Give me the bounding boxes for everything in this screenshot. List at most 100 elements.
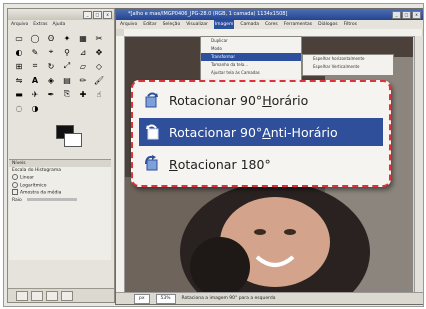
rotate-180-icon xyxy=(143,153,161,175)
toolbox-window: _ □ x Arquivo Extras Ajuda ▭ ◯ ʘ ✦ ▦ ✂ ◐… xyxy=(7,8,115,303)
menu-visualizar[interactable]: Visualizar xyxy=(186,20,208,29)
pencil-icon[interactable]: ✏ xyxy=(76,74,90,86)
heal-icon[interactable]: ✚ xyxy=(76,88,90,100)
reset-options-icon[interactable] xyxy=(61,290,73,301)
ellipse-select-icon[interactable]: ◯ xyxy=(28,32,42,44)
options-title: Níveis xyxy=(9,160,111,167)
measure-icon[interactable]: ⊿ xyxy=(76,46,90,58)
window-title: *[alho e mae/IMGP0406_JPG-28.0 (RGB, 1 c… xyxy=(128,11,288,17)
close-icon[interactable]: x xyxy=(103,11,112,19)
shear-icon[interactable]: ▱ xyxy=(76,60,90,72)
histogram-scale-label: Escala do Histograma xyxy=(12,168,61,173)
menu-arquivo[interactable]: Arquivo xyxy=(120,20,137,29)
menu-cores[interactable]: Cores xyxy=(265,20,278,29)
save-options-icon[interactable] xyxy=(16,290,28,301)
rotate-counterclockwise-icon xyxy=(143,121,161,143)
menu-dialogos[interactable]: Diálogos xyxy=(318,20,337,29)
zoomed-rotate-menu: Rotacionar 90° Horário Rotacionar 90° An… xyxy=(131,80,391,187)
toolbox-bottom-bar xyxy=(8,288,114,302)
crop-icon[interactable]: ⌗ xyxy=(28,60,42,72)
perspective-icon[interactable]: ◇ xyxy=(92,60,106,72)
rotate-180-item[interactable]: Rotacionar 180° xyxy=(139,150,383,178)
toolbox-titlebar: _ □ x xyxy=(8,9,114,20)
toolbox-menubar: Arquivo Extras Ajuda xyxy=(8,20,114,29)
menu-ajuda[interactable]: Ajuda xyxy=(52,20,65,29)
menu-item-modo[interactable]: Modo xyxy=(201,45,301,53)
menu-extras[interactable]: Extras xyxy=(33,20,47,29)
text-icon[interactable]: A xyxy=(28,74,42,86)
tool-grid: ▭ ◯ ʘ ✦ ▦ ✂ ◐ ✎ ⌖ ⚲ ⊿ ✥ ⊞ ⌗ ↻ ⤢ ▱ ◇ ⇋ A … xyxy=(8,29,114,117)
menu-item-duplicar[interactable]: Duplicar xyxy=(201,37,301,45)
status-bar: px 53% Rotaciona a imagem 90° para a esq… xyxy=(116,292,423,304)
menu-ferramentas[interactable]: Ferramentas xyxy=(284,20,312,29)
blend-icon[interactable]: ▤ xyxy=(60,74,74,86)
background-color[interactable] xyxy=(64,133,82,147)
smudge-icon[interactable]: ☝ xyxy=(92,88,106,100)
menu-item-espelhar-h[interactable]: Espelhar horizontalmente xyxy=(303,55,393,63)
color-select-icon[interactable]: ▦ xyxy=(76,32,90,44)
flip-icon[interactable]: ⇋ xyxy=(12,74,26,86)
maximize-icon[interactable]: □ xyxy=(402,11,411,19)
eraser-icon[interactable]: ▬ xyxy=(12,88,26,100)
menu-filtros[interactable]: Filtros xyxy=(344,20,357,29)
image-window-controls: _ □ x xyxy=(392,11,421,19)
menu-item-tamanho-tela[interactable]: Tamanho da tela... xyxy=(201,61,301,69)
bucket-fill-icon[interactable]: ◈ xyxy=(44,74,58,86)
tool-options-panel: Níveis Escala do Histograma Linear Logar… xyxy=(9,159,111,260)
scale-icon[interactable]: ⤢ xyxy=(60,60,74,72)
rotate-90-cw-item[interactable]: Rotacionar 90° Horário xyxy=(139,86,383,114)
linear-option[interactable]: Linear xyxy=(9,174,111,182)
close-icon[interactable]: x xyxy=(412,11,421,19)
lasso-icon[interactable]: ʘ xyxy=(44,32,58,44)
menu-imagem[interactable]: Imagem xyxy=(213,20,235,29)
foreground-select-icon[interactable]: ◐ xyxy=(12,46,26,58)
move-icon[interactable]: ✥ xyxy=(92,46,106,58)
screenshot-frame: _ □ x Arquivo Extras Ajuda ▭ ◯ ʘ ✦ ▦ ✂ ◐… xyxy=(3,3,424,307)
minimize-icon[interactable]: _ xyxy=(392,11,401,19)
dodge-icon[interactable]: ◑ xyxy=(28,102,42,114)
rotate-icon[interactable]: ↻ xyxy=(44,60,58,72)
color-picker-icon[interactable]: ⌖ xyxy=(44,46,58,58)
menu-item-espelhar-v[interactable]: Espelhar Verticalmente xyxy=(303,63,393,71)
vertical-ruler xyxy=(116,36,125,292)
blur-icon[interactable]: ◌ xyxy=(12,102,26,114)
image-menubar: Arquivo Editar Seleção Visualizar Imagem… xyxy=(116,20,423,29)
maximize-icon[interactable]: □ xyxy=(93,11,102,19)
transform-submenu: Espelhar horizontalmente Espelhar Vertic… xyxy=(302,54,394,76)
zoom-icon[interactable]: ⚲ xyxy=(60,46,74,58)
sample-average-option[interactable]: Amostra da média xyxy=(9,189,111,197)
radio-icon xyxy=(12,181,18,188)
paintbrush-icon[interactable]: 🖌 xyxy=(92,74,106,86)
menu-item-ajustar-tela[interactable]: Ajustar tela às Camadas xyxy=(201,69,301,77)
zoom-select[interactable]: 53% xyxy=(155,294,176,304)
menu-editar[interactable]: Editar xyxy=(143,20,156,29)
image-window-titlebar: *[alho e mae/IMGP0406_JPG-28.0 (RGB, 1 c… xyxy=(116,9,423,20)
ink-icon[interactable]: ✒ xyxy=(44,88,58,100)
toolbox-window-controls: _ □ x xyxy=(83,11,112,19)
airbrush-icon[interactable]: ✈ xyxy=(28,88,42,100)
menu-camada[interactable]: Camada xyxy=(240,20,259,29)
rotate-clockwise-icon xyxy=(143,89,161,111)
menu-arquivo[interactable]: Arquivo xyxy=(11,20,28,29)
log-option[interactable]: Logarítmico xyxy=(9,181,111,190)
unit-select[interactable]: px xyxy=(134,294,150,304)
menu-selecao[interactable]: Seleção xyxy=(163,20,181,29)
color-swatches xyxy=(12,119,110,155)
checkbox-icon xyxy=(12,189,18,195)
fuzzy-select-icon[interactable]: ✦ xyxy=(60,32,74,44)
scissors-icon[interactable]: ✂ xyxy=(92,32,106,44)
menu-item-transformar[interactable]: Transformar xyxy=(201,53,301,61)
radius-row[interactable]: Raio xyxy=(9,197,111,204)
delete-options-icon[interactable] xyxy=(46,290,58,301)
radius-slider[interactable] xyxy=(27,197,78,201)
minimize-icon[interactable]: _ xyxy=(83,11,92,19)
status-message: Rotaciona a imagem 90° para a esquerda xyxy=(181,296,276,301)
rotate-90-ccw-item[interactable]: Rotacionar 90° Anti-Horário xyxy=(139,118,383,146)
radio-icon xyxy=(12,174,18,180)
rect-select-icon[interactable]: ▭ xyxy=(12,32,26,44)
paths-icon[interactable]: ✎ xyxy=(28,46,42,58)
vertical-scrollbar[interactable] xyxy=(414,36,423,292)
clone-icon[interactable]: ⎘ xyxy=(60,88,74,100)
restore-options-icon[interactable] xyxy=(31,290,43,301)
align-icon[interactable]: ⊞ xyxy=(12,60,26,72)
